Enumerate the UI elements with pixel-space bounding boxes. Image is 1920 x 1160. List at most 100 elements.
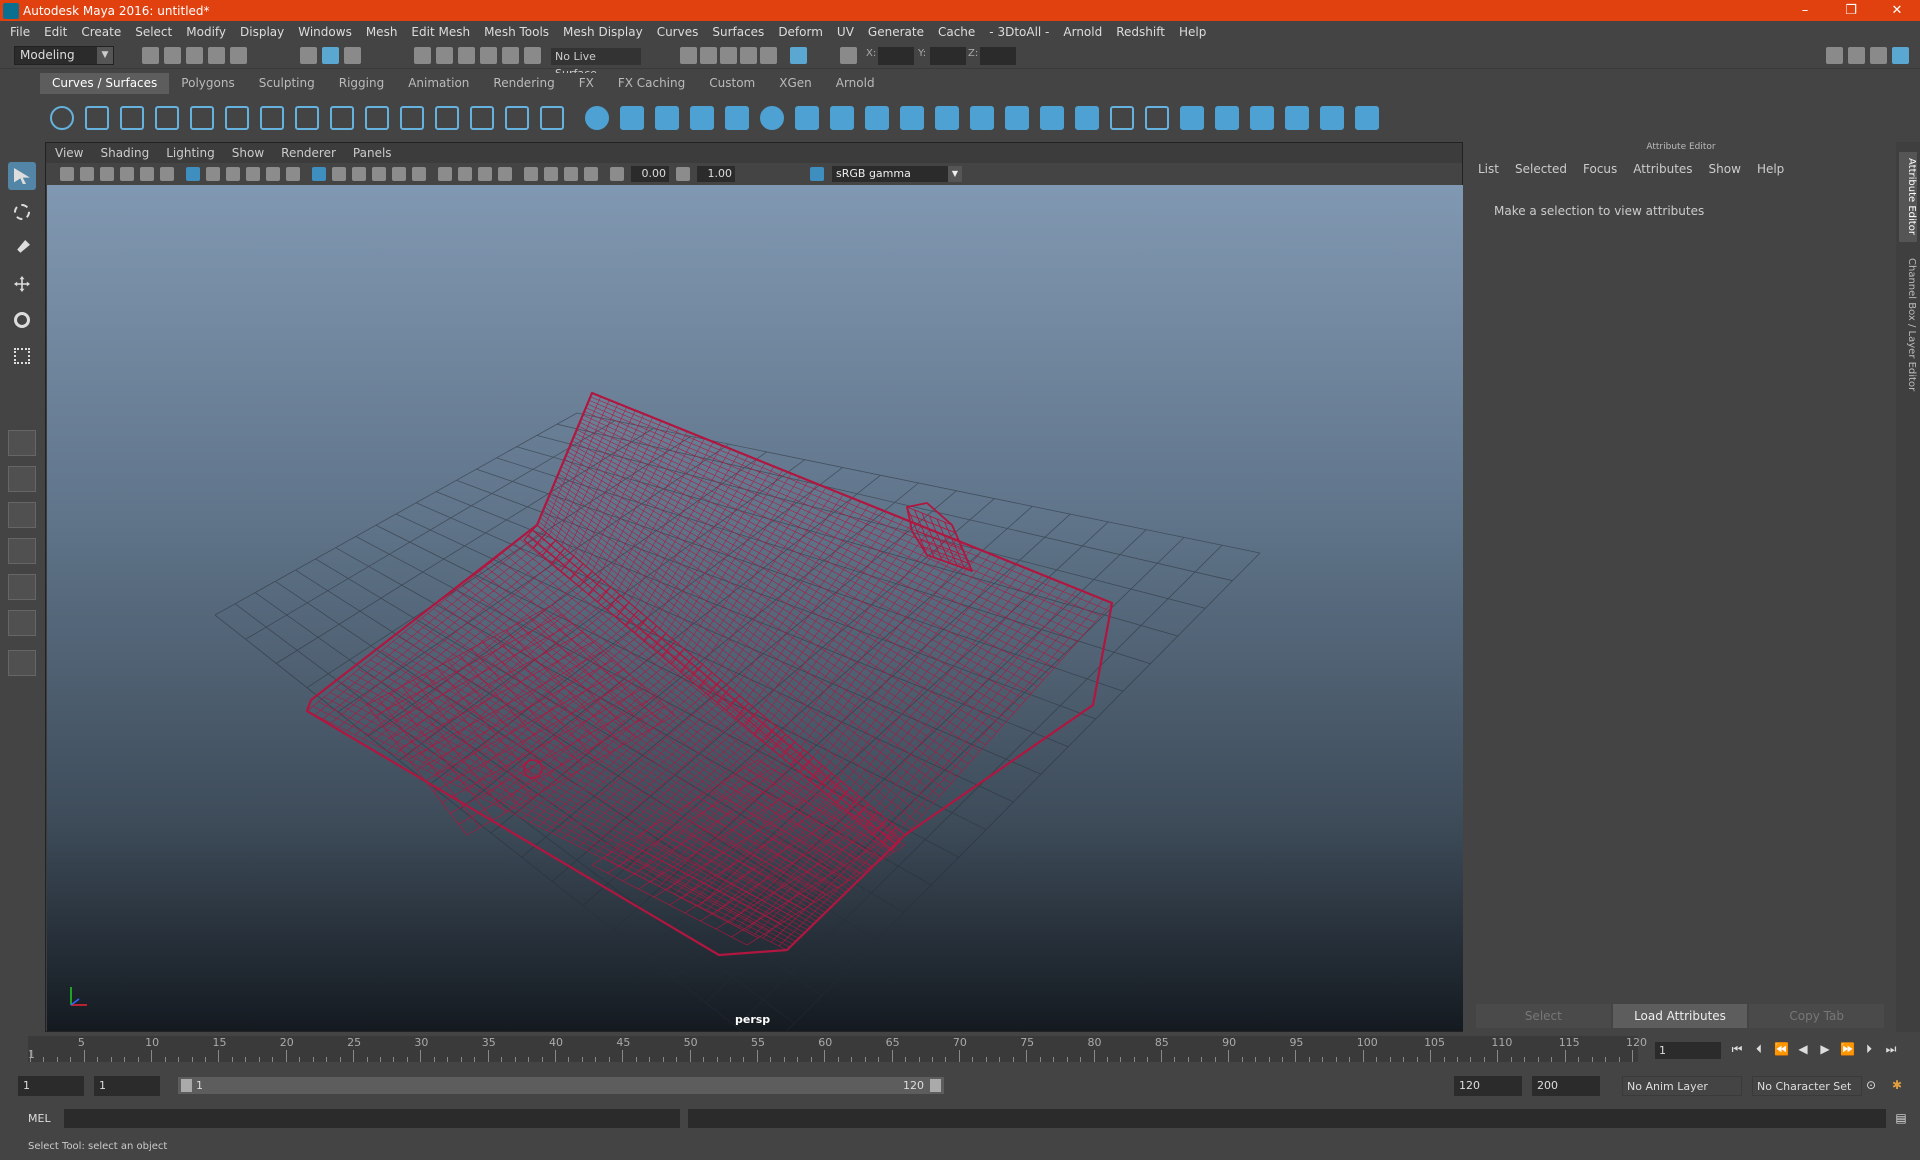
menu-edit[interactable]: Edit — [44, 25, 67, 39]
tab-channel-box[interactable]: Channel Box / Layer Editor — [1899, 252, 1917, 402]
select-hierarchy-icon[interactable] — [300, 47, 317, 64]
make-live-icon[interactable] — [502, 47, 519, 64]
ep-curve-icon[interactable] — [120, 106, 144, 130]
bevel-plus-icon[interactable] — [970, 106, 994, 130]
gamma-icon[interactable] — [676, 167, 690, 181]
panel-menu-view[interactable]: View — [55, 146, 83, 160]
bookmark-icon[interactable] — [100, 167, 114, 181]
menu-edit-mesh[interactable]: Edit Mesh — [411, 25, 470, 39]
single-perspective-layout-button[interactable] — [8, 430, 36, 456]
load-attributes-button[interactable]: Load Attributes — [1612, 1004, 1748, 1028]
rebuild-surfaces-icon[interactable] — [1355, 106, 1379, 130]
copy-tab-button[interactable]: Copy Tab — [1749, 1004, 1885, 1028]
square-surface-icon[interactable] — [1040, 106, 1064, 130]
cv-curve-icon[interactable] — [155, 106, 179, 130]
exposure-field[interactable]: 0.00 — [631, 166, 669, 182]
snap-grid-icon[interactable] — [414, 47, 431, 64]
untrim-icon[interactable] — [1180, 106, 1204, 130]
textured-icon[interactable] — [372, 167, 386, 181]
maximize-button[interactable]: ❐ — [1828, 0, 1874, 21]
detach-curves-icon[interactable] — [330, 106, 354, 130]
open-scene-icon[interactable] — [164, 47, 181, 64]
current-frame-field[interactable]: 1 — [1655, 1042, 1721, 1059]
shelf-tab-custom[interactable]: Custom — [697, 73, 768, 94]
birail-icon[interactable] — [935, 106, 959, 130]
attach-curves-icon[interactable] — [295, 106, 319, 130]
revolve-icon[interactable] — [795, 106, 819, 130]
motion-blur-icon[interactable] — [458, 167, 472, 181]
shelf-tab-xgen[interactable]: XGen — [767, 73, 824, 94]
shelf-tab-fx-caching[interactable]: FX Caching — [605, 73, 698, 94]
shelf-tab-polygons[interactable]: Polygons — [169, 73, 247, 94]
snap-curve-icon[interactable] — [436, 47, 453, 64]
playback-end-field[interactable]: 120 — [1454, 1076, 1522, 1096]
attach-surfaces-icon[interactable] — [1215, 106, 1239, 130]
grease-pencil-icon[interactable] — [160, 167, 174, 181]
rebuild-curve-icon[interactable] — [470, 106, 494, 130]
insert-isoparms-icon[interactable] — [1320, 106, 1344, 130]
paint-select-tool-button[interactable] — [8, 234, 36, 262]
intersect-surfaces-icon[interactable] — [1110, 106, 1134, 130]
four-view-layout-button[interactable] — [8, 466, 36, 492]
step-forward-key-icon[interactable]: ⏩ — [1840, 1042, 1855, 1056]
close-button[interactable]: ✕ — [1874, 0, 1920, 21]
panel-menu-show[interactable]: Show — [232, 146, 264, 160]
nurbs-square-icon[interactable] — [85, 106, 109, 130]
menu-surfaces[interactable]: Surfaces — [712, 25, 764, 39]
camera-attributes-icon[interactable] — [80, 167, 94, 181]
lasso-tool-button[interactable] — [8, 198, 36, 226]
menu-mesh-display[interactable]: Mesh Display — [563, 25, 643, 39]
range-slider[interactable]: 1 120 — [178, 1077, 944, 1094]
animation-end-field[interactable]: 200 — [1532, 1076, 1600, 1096]
character-set-dropdown[interactable]: No Character Set — [1752, 1076, 1862, 1096]
minimize-button[interactable]: – — [1782, 0, 1828, 21]
nurbs-plane-icon[interactable] — [725, 106, 749, 130]
project-curve-icon[interactable] — [1075, 106, 1099, 130]
image-plane-icon[interactable] — [120, 167, 134, 181]
two-d-pan-icon[interactable] — [140, 167, 154, 181]
save-scene-icon[interactable] — [186, 47, 203, 64]
panel-menu-renderer[interactable]: Renderer — [281, 146, 336, 160]
attr-menu-attributes[interactable]: Attributes — [1633, 162, 1692, 176]
ipr-render-icon[interactable] — [720, 47, 737, 64]
persp-graph-layout-button[interactable] — [8, 538, 36, 564]
anti-aliasing-icon[interactable] — [478, 167, 492, 181]
nurbs-cone-icon[interactable] — [690, 106, 714, 130]
extend-curve-icon[interactable] — [400, 106, 424, 130]
persp-outliner-layout-button[interactable] — [8, 502, 36, 528]
bezier-curve-icon[interactable] — [190, 106, 214, 130]
detach-surfaces-icon[interactable] — [1250, 106, 1274, 130]
trim-tool-icon[interactable] — [1145, 106, 1169, 130]
menu-file[interactable]: File — [10, 25, 30, 39]
exposure-icon[interactable] — [610, 167, 624, 181]
menu-deform[interactable]: Deform — [778, 25, 823, 39]
animation-preferences-icon[interactable]: ✱ — [1890, 1078, 1904, 1092]
safe-action-icon[interactable] — [286, 167, 300, 181]
menu-arnold[interactable]: Arnold — [1063, 25, 1102, 39]
insert-knot-icon[interactable] — [365, 106, 389, 130]
nurbs-cube-icon[interactable] — [620, 106, 644, 130]
attr-menu-help[interactable]: Help — [1757, 162, 1784, 176]
camera-icon[interactable] — [60, 167, 74, 181]
open-close-surfaces-icon[interactable] — [1285, 106, 1309, 130]
view-transform-dropdown[interactable]: sRGB gamma ▼ — [832, 166, 962, 182]
color-management-icon[interactable] — [810, 167, 824, 181]
arc-tool-icon[interactable] — [260, 106, 284, 130]
x-input[interactable] — [878, 47, 914, 65]
menu-select[interactable]: Select — [135, 25, 172, 39]
render-view-icon[interactable] — [790, 47, 807, 64]
panel-menu-panels[interactable]: Panels — [353, 146, 392, 160]
smooth-shade-icon[interactable] — [332, 167, 346, 181]
menu-help[interactable]: Help — [1179, 25, 1206, 39]
play-backwards-icon[interactable]: ◀ — [1796, 1042, 1810, 1056]
nurbs-torus-icon[interactable] — [760, 106, 784, 130]
auto-key-icon[interactable]: ⊙ — [1864, 1078, 1878, 1092]
snap-surface-icon[interactable] — [524, 47, 541, 64]
xray-joints-icon[interactable] — [564, 167, 578, 181]
panel-menu-shading[interactable]: Shading — [100, 146, 149, 160]
animation-start-field[interactable]: 1 — [18, 1076, 84, 1096]
add-points-icon[interactable] — [505, 106, 529, 130]
undo-icon[interactable] — [208, 47, 225, 64]
menu-generate[interactable]: Generate — [868, 25, 924, 39]
custom-layout-button[interactable] — [8, 650, 36, 676]
